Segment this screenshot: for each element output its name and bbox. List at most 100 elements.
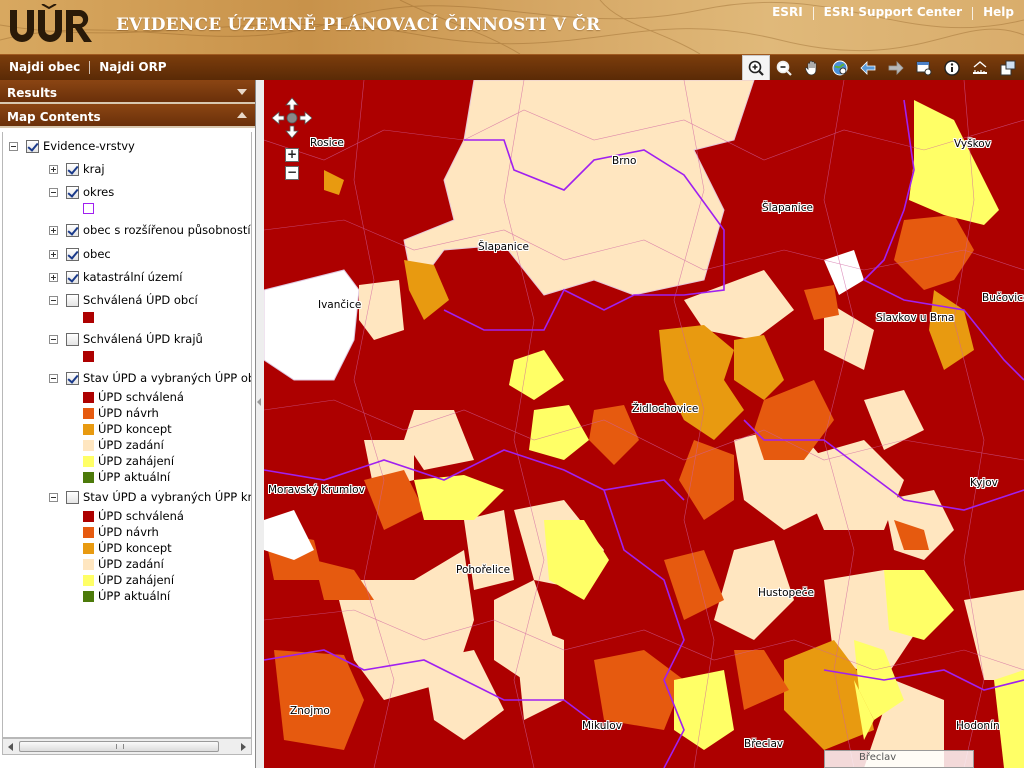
search-links: Najdi obec Najdi ORP bbox=[0, 60, 176, 74]
identify-tool[interactable] bbox=[938, 55, 966, 81]
measure-icon bbox=[973, 61, 987, 74]
app-title: EVIDENCE ÚZEMNĚ PLÁNOVACÍ ČINNOSTI V ČR bbox=[116, 15, 601, 35]
map-zoom-out-button[interactable]: − bbox=[285, 166, 299, 180]
link-separator bbox=[812, 7, 814, 20]
layer-label: Stav ÚPD a vybraných ÚPP obcí bbox=[83, 371, 252, 385]
full-extent-tool[interactable] bbox=[826, 55, 854, 81]
legend-item: ÚPD zahájení bbox=[83, 453, 174, 469]
expand-icon[interactable] bbox=[49, 272, 58, 282]
overview-label: Břeclav bbox=[824, 750, 974, 768]
measure-tool[interactable] bbox=[966, 55, 994, 81]
toc-layer-kraj: kraj bbox=[49, 161, 105, 177]
layer-checkbox[interactable] bbox=[66, 371, 79, 385]
toc-layer-obec: obec bbox=[49, 246, 111, 262]
layer-checkbox[interactable] bbox=[66, 185, 79, 199]
layer-checkbox[interactable] bbox=[66, 270, 79, 284]
legend-item: ÚPD koncept bbox=[83, 540, 172, 556]
horizontal-scrollbar[interactable] bbox=[2, 738, 252, 755]
legend-swatch bbox=[83, 423, 94, 435]
pan-north-icon[interactable] bbox=[285, 97, 299, 111]
esri-link[interactable]: ESRI bbox=[762, 5, 813, 20]
previous-extent-tool[interactable] bbox=[854, 55, 882, 81]
zoom-out-tool[interactable] bbox=[770, 55, 798, 81]
legend-swatch bbox=[83, 542, 94, 554]
layer-label: okres bbox=[83, 185, 115, 199]
collapse-icon[interactable] bbox=[49, 373, 58, 383]
layer-label: Stav ÚPD a vybraných ÚPP krajů bbox=[83, 490, 252, 504]
link-separator bbox=[972, 7, 974, 20]
okres-outline-swatch bbox=[83, 203, 94, 214]
place-label: Moravský Krumlov bbox=[268, 484, 365, 496]
grip-icon bbox=[116, 744, 124, 749]
upd-kraju-swatch bbox=[83, 351, 94, 362]
overview-tool[interactable] bbox=[994, 55, 1022, 81]
layer-checkbox[interactable] bbox=[66, 247, 79, 261]
pan-south-icon[interactable] bbox=[285, 125, 299, 139]
zoom-in-tool[interactable] bbox=[742, 55, 770, 81]
legend-item: ÚPD návrh bbox=[83, 405, 159, 421]
najdi-obec-link[interactable]: Najdi obec bbox=[0, 60, 89, 74]
layer-checkbox[interactable] bbox=[66, 332, 79, 346]
place-label: Ivančice bbox=[318, 299, 362, 311]
zoom-out-icon bbox=[776, 60, 792, 76]
layer-label: kraj bbox=[83, 162, 105, 176]
chevron-up-icon[interactable] bbox=[237, 112, 247, 118]
layer-checkbox[interactable] bbox=[66, 293, 79, 307]
toc-root-label: Evidence-vrstvy bbox=[43, 139, 135, 153]
scrollbar-thumb[interactable] bbox=[19, 741, 219, 752]
layer-checkbox[interactable] bbox=[66, 162, 79, 176]
upd-obci-swatch bbox=[83, 312, 94, 323]
app-header: EVIDENCE ÚZEMNĚ PLÁNOVACÍ ČINNOSTI V ČR … bbox=[0, 0, 1024, 54]
legend-label: ÚPD koncept bbox=[98, 541, 172, 555]
pan-tool[interactable] bbox=[798, 55, 826, 81]
layer-checkbox[interactable] bbox=[26, 139, 39, 153]
scroll-left-icon[interactable] bbox=[8, 743, 13, 751]
layer-label: obec bbox=[83, 247, 111, 261]
najdi-orp-link[interactable]: Najdi ORP bbox=[90, 60, 175, 74]
panel-splitter[interactable] bbox=[256, 80, 264, 768]
collapse-icon[interactable] bbox=[49, 187, 58, 197]
map-contents-tree: Evidence-vrstvy kraj okres obec s rozšíř… bbox=[2, 132, 252, 738]
chevron-down-icon[interactable] bbox=[237, 89, 247, 95]
legend-swatch bbox=[83, 558, 94, 570]
legend-label: ÚPD zahájení bbox=[98, 454, 175, 468]
collapse-panel-icon[interactable] bbox=[257, 398, 261, 406]
map-view[interactable]: Rosice Brno Vyškov Šlapanice Šlapanice I… bbox=[264, 80, 1024, 768]
collapse-icon[interactable] bbox=[9, 141, 18, 151]
legend-swatch bbox=[83, 407, 94, 419]
left-panel: Results Map Contents Evidence-vrstvy kra… bbox=[0, 80, 256, 768]
collapse-icon[interactable] bbox=[49, 334, 58, 344]
map-contents-title: Map Contents bbox=[7, 110, 101, 124]
legend-item: ÚPD schválená bbox=[83, 389, 184, 405]
help-link[interactable]: Help bbox=[973, 5, 1024, 20]
pan-east-icon[interactable] bbox=[299, 111, 312, 125]
scroll-right-icon[interactable] bbox=[241, 743, 246, 751]
pan-arrows[interactable] bbox=[272, 96, 312, 140]
layer-checkbox[interactable] bbox=[66, 490, 79, 504]
legend-label: ÚPD návrh bbox=[98, 525, 159, 539]
next-extent-tool[interactable] bbox=[882, 55, 910, 81]
pan-hand-icon bbox=[805, 60, 817, 76]
place-label: Brno bbox=[612, 155, 637, 167]
select-tool[interactable] bbox=[910, 55, 938, 81]
esri-support-center-link[interactable]: ESRI Support Center bbox=[814, 5, 972, 20]
expand-icon[interactable] bbox=[49, 249, 58, 259]
toc-root: Evidence-vrstvy bbox=[9, 138, 135, 154]
legend-label: ÚPD schválená bbox=[98, 509, 184, 523]
legend-swatch bbox=[83, 439, 94, 451]
legend-item: ÚPD návrh bbox=[83, 524, 159, 540]
link-separator bbox=[89, 61, 91, 74]
collapse-icon[interactable] bbox=[49, 492, 58, 502]
map-contents-panel-header[interactable]: Map Contents bbox=[0, 104, 255, 128]
pan-west-icon[interactable] bbox=[272, 111, 285, 125]
collapse-icon[interactable] bbox=[49, 295, 58, 305]
expand-icon[interactable] bbox=[49, 225, 58, 235]
legend-label: ÚPP aktuální bbox=[98, 589, 171, 603]
layer-checkbox[interactable] bbox=[66, 223, 79, 237]
expand-icon[interactable] bbox=[49, 164, 58, 174]
legend-swatch bbox=[83, 526, 94, 538]
results-panel-header[interactable]: Results bbox=[0, 80, 255, 104]
place-label: Kyjov bbox=[970, 477, 998, 489]
map-zoom-in-button[interactable]: + bbox=[285, 148, 299, 162]
place-label: Vyškov bbox=[954, 138, 991, 150]
